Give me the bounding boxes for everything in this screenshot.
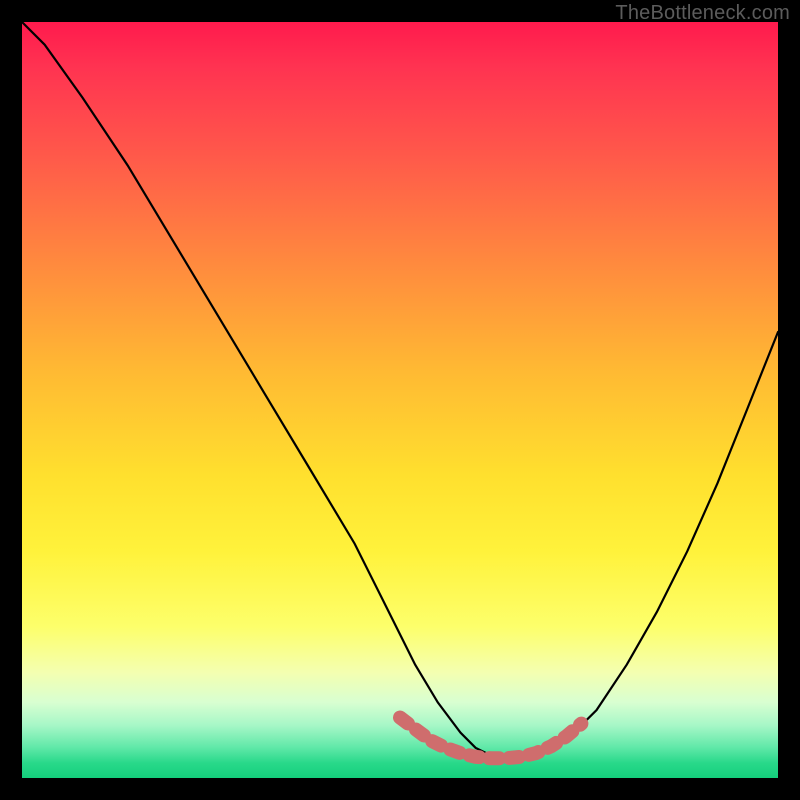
watermark-text: TheBottleneck.com <box>615 2 790 25</box>
chart-plot-area <box>22 22 778 778</box>
chart-svg <box>22 22 778 778</box>
bottleneck-curve-path <box>22 22 778 758</box>
optimal-band-path <box>400 718 581 759</box>
chart-frame: TheBottleneck.com <box>0 0 800 800</box>
